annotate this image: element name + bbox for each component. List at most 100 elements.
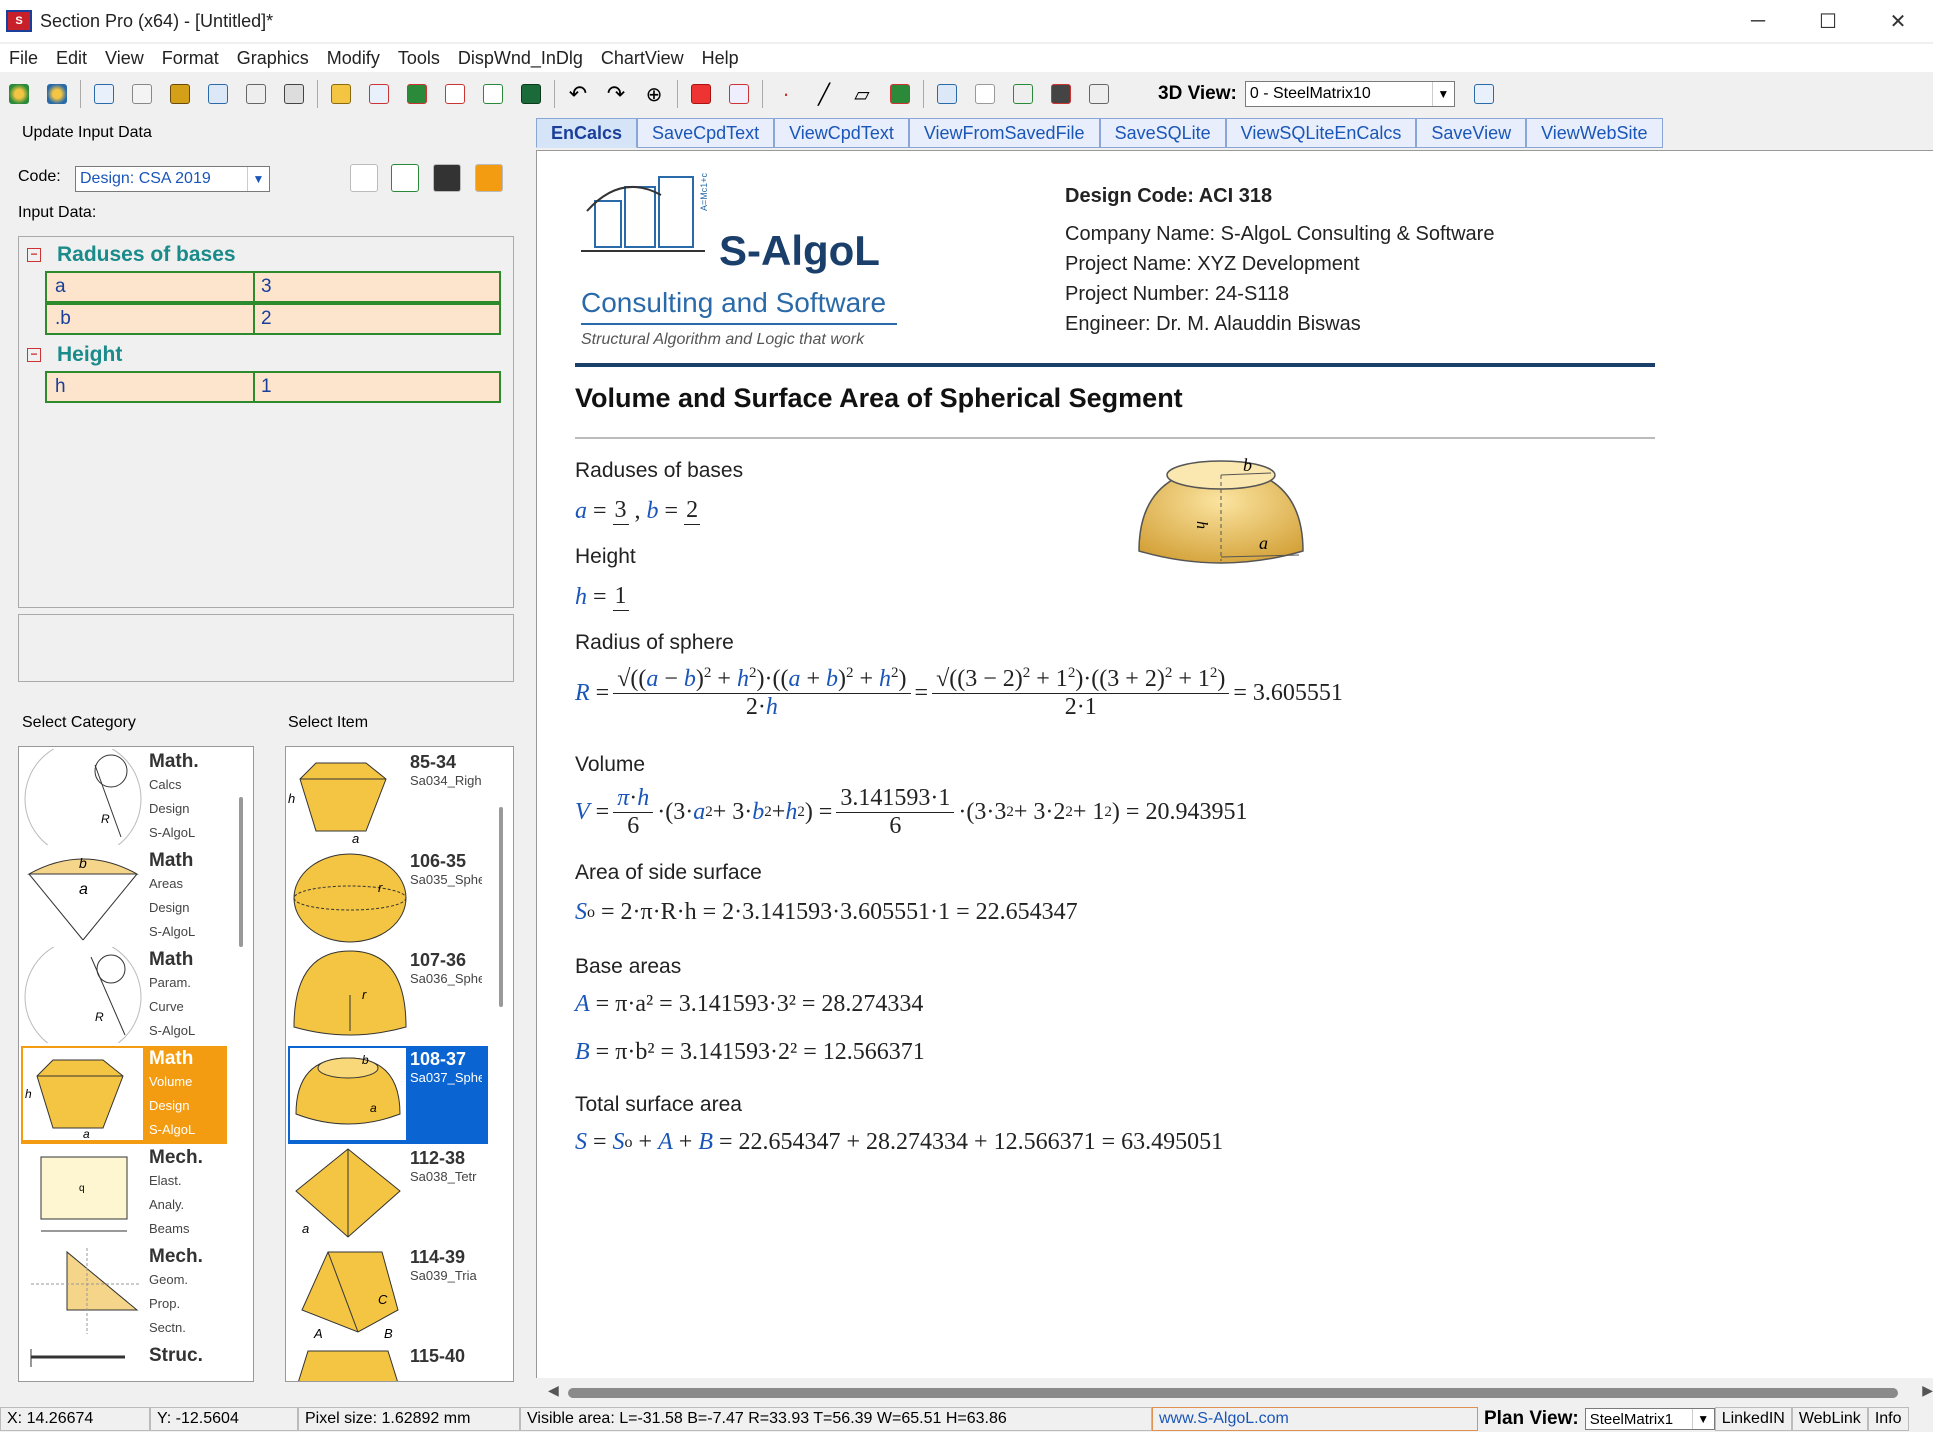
property-row[interactable]: a 3	[45, 271, 501, 303]
save-grid-icon[interactable]	[279, 79, 309, 109]
category-list[interactable]: R Math. Calcs Design S-AlgoL ab Math Are…	[18, 746, 254, 1382]
info-button[interactable]: Info	[1867, 1407, 1909, 1431]
property-row[interactable]: h 1	[45, 371, 501, 403]
section-bases[interactable]: − Raduses of bases	[27, 243, 236, 267]
menu-format[interactable]: Format	[153, 48, 228, 69]
refresh-orange-icon[interactable]	[475, 164, 503, 192]
menu-dispwnd[interactable]: DispWnd_InDlg	[449, 48, 592, 69]
menu-file[interactable]: File	[0, 48, 47, 69]
point-icon[interactable]: ·	[771, 79, 801, 109]
category-item[interactable]: q Mech. Elast. Analy. Beams	[21, 1145, 227, 1243]
spherical-segment-icon: ba	[288, 1046, 408, 1142]
table-save-icon[interactable]	[391, 164, 419, 192]
property-value[interactable]: 1	[255, 373, 499, 401]
sheet-icon[interactable]	[970, 79, 1000, 109]
export-icon[interactable]	[1008, 79, 1038, 109]
item-entry[interactable]: a 112-38 Sa038_Tetr	[288, 1145, 488, 1243]
menu-help[interactable]: Help	[693, 48, 748, 69]
horizontal-scrollbar[interactable]: ◀ ▶	[548, 1382, 1933, 1402]
open-3d-icon[interactable]	[4, 79, 34, 109]
code-select[interactable]: Design: CSA 2019 ▼	[75, 166, 270, 192]
delete-icon[interactable]	[686, 79, 716, 109]
item-entry[interactable]: 115-40	[288, 1343, 488, 1381]
redo-icon[interactable]: ↷	[601, 79, 631, 109]
item-entry[interactable]: ah 85-34 Sa034_Righ	[288, 749, 488, 847]
plan-view-select[interactable]: SteelMatrix1 ▼	[1584, 1408, 1715, 1430]
website-link[interactable]: www.S-AlgoL.com	[1152, 1407, 1478, 1431]
refresh-icon[interactable]	[203, 79, 233, 109]
im-icon[interactable]	[402, 79, 432, 109]
category-item[interactable]: R Math. Calcs Design S-AlgoL	[21, 747, 227, 858]
minimize-button[interactable]: ─	[1723, 0, 1793, 42]
calendar-icon[interactable]	[89, 79, 119, 109]
table-icon[interactable]	[127, 79, 157, 109]
category-item[interactable]: Mech. Geom. Prop. Sectn.	[21, 1244, 227, 1342]
item-entry[interactable]: r 106-35 Sa035_Sphe	[288, 848, 488, 946]
erase-icon[interactable]	[724, 79, 754, 109]
scroll-right-icon[interactable]: ▶	[1922, 1382, 1933, 1399]
item-list[interactable]: ah 85-34 Sa034_Righ r 106-35 Sa035_Sphe …	[285, 746, 514, 1382]
tab-savecpdtext[interactable]: SaveCpdText	[637, 118, 775, 148]
category-item-selected[interactable]: ah Math Volume Design S-AlgoL	[21, 1046, 227, 1144]
area-b-rhs: = π·b² = 3.141593·2² = 12.566371	[595, 1039, 925, 1065]
tab-viewfromsavedfile[interactable]: ViewFromSavedFile	[908, 118, 1100, 148]
open-folder-icon[interactable]	[326, 79, 356, 109]
weblink-button[interactable]: WebLink	[1791, 1407, 1868, 1431]
section-height[interactable]: − Height	[27, 343, 122, 367]
maximize-button[interactable]: ☐	[1793, 0, 1863, 42]
frame-icon[interactable]	[932, 79, 962, 109]
item-code: Sa037_Sphe	[410, 1070, 482, 1085]
save-icon[interactable]	[516, 79, 546, 109]
item-entry[interactable]: A B C 114-39 Sa039_Tria	[288, 1244, 488, 1342]
save-3d-icon[interactable]	[42, 79, 72, 109]
excel-icon[interactable]	[478, 79, 508, 109]
import-icon[interactable]	[364, 79, 394, 109]
property-value[interactable]: 3	[255, 273, 499, 301]
scroll-left-icon[interactable]: ◀	[548, 1382, 559, 1399]
menu-tools[interactable]: Tools	[389, 48, 449, 69]
item-scrollbar[interactable]	[499, 807, 503, 1007]
tab-saveview[interactable]: SaveView	[1416, 118, 1527, 148]
tab-viewwebsite[interactable]: ViewWebSite	[1526, 118, 1663, 148]
property-row[interactable]: .b 2	[45, 303, 501, 335]
close-button[interactable]: ✕	[1863, 0, 1933, 42]
tab-viewcpdtext[interactable]: ViewCpdText	[774, 118, 909, 148]
fill-icon[interactable]	[885, 79, 915, 109]
print-icon[interactable]	[1084, 79, 1114, 109]
category-item[interactable]: Struc.	[21, 1343, 227, 1381]
grid-icon[interactable]	[241, 79, 271, 109]
triangle-section-icon	[21, 1244, 145, 1340]
box-icon[interactable]	[165, 79, 195, 109]
category-line: Volume	[149, 1074, 193, 1089]
polygon-icon[interactable]: ▱	[847, 79, 877, 109]
category-scrollbar[interactable]	[239, 797, 243, 947]
collapse-icon[interactable]: −	[27, 248, 41, 262]
menu-edit[interactable]: Edit	[47, 48, 96, 69]
item-entry-selected[interactable]: ba 108-37 Sa037_Sphe	[288, 1046, 488, 1144]
view3d-select[interactable]: 0 - SteelMatrix10 ▼	[1244, 81, 1455, 107]
tab-savesqlite[interactable]: SaveSQLite	[1099, 118, 1226, 148]
category-item[interactable]: ab Math Areas Design S-AlgoL	[21, 848, 227, 946]
pdf-icon[interactable]	[440, 79, 470, 109]
item-entry[interactable]: r 107-36 Sa036_Sphe	[288, 947, 488, 1045]
zoom-icon[interactable]: ⊕	[639, 79, 669, 109]
category-line: Design	[149, 900, 190, 915]
menu-view[interactable]: View	[96, 48, 153, 69]
status-visible-area: Visible area: L=-31.58 B=-7.47 R=33.93 T…	[520, 1407, 1152, 1431]
linkedin-button[interactable]: LinkedIN	[1714, 1407, 1792, 1431]
undo-icon[interactable]: ↶	[563, 79, 593, 109]
menu-chartview[interactable]: ChartView	[592, 48, 693, 69]
settings-calendar-icon[interactable]	[1469, 79, 1499, 109]
menu-modify[interactable]: Modify	[318, 48, 389, 69]
menu-graphics[interactable]: Graphics	[228, 48, 318, 69]
tab-encalcs[interactable]: EnCalcs	[536, 118, 638, 148]
property-value[interactable]: 2	[255, 305, 499, 333]
category-item[interactable]: R Math Param. Curve S-AlgoL	[21, 938, 227, 1056]
clipboard-icon[interactable]	[433, 164, 461, 192]
save-as-icon[interactable]	[1046, 79, 1076, 109]
tab-viewsqliteencalcs[interactable]: ViewSQLiteEnCalcs	[1225, 118, 1417, 148]
scroll-thumb[interactable]	[568, 1388, 1898, 1398]
line-icon[interactable]: ╱	[809, 79, 839, 109]
collapse-icon[interactable]: −	[27, 348, 41, 362]
calendar-icon[interactable]	[350, 164, 378, 192]
